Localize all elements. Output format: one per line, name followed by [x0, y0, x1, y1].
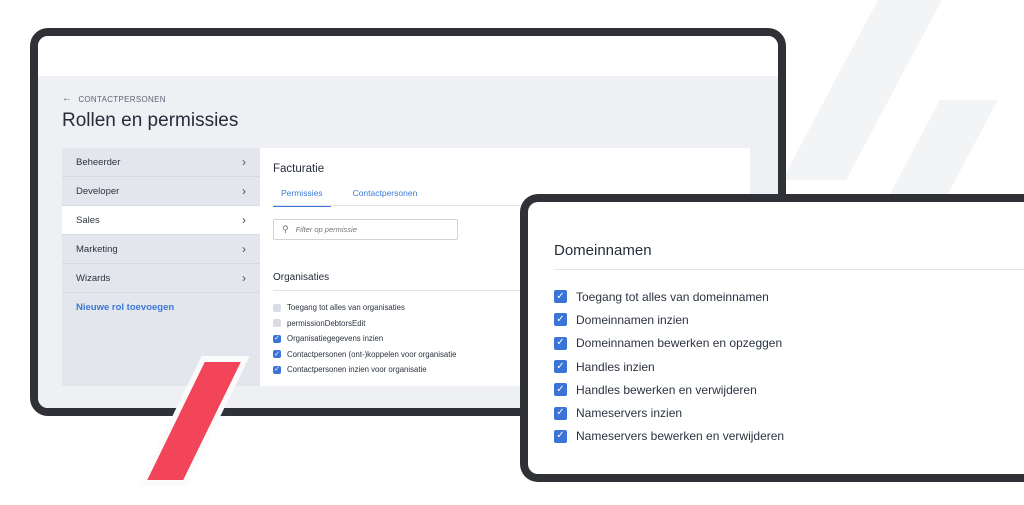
checkmark-icon: ✓ [556, 360, 565, 372]
permission-label: Contactpersonen inzien voor organisatie [287, 365, 427, 375]
list-item[interactable]: permissionDebtorsEdit [273, 316, 456, 332]
card-title: Domeinnamen [554, 242, 652, 259]
permission-label: Nameservers inzien [576, 406, 683, 421]
sidebar-item-wizards[interactable]: Wizards › [62, 264, 260, 293]
back-link-label: CONTACTPERSONEN [78, 94, 166, 104]
top-band [38, 36, 778, 76]
list-item[interactable]: ✓ Handles bewerken en verwijderen [554, 378, 784, 401]
permission-label: Toegang tot alles van domeinnamen [576, 289, 769, 304]
checkbox[interactable]: ✓ [554, 360, 567, 374]
filter-input[interactable] [295, 225, 446, 234]
chevron-right-icon: › [242, 213, 246, 227]
chevron-right-icon: › [242, 155, 246, 169]
checkmark-icon: ✓ [274, 366, 280, 374]
checkmark-icon: ✓ [556, 313, 565, 325]
checkbox[interactable] [273, 319, 281, 328]
list-item[interactable]: Toegang tot alles van organisaties [273, 300, 456, 316]
checkmark-icon: ✓ [556, 337, 565, 349]
checkbox[interactable]: ✓ [554, 290, 567, 304]
sidebar-item-beheerder[interactable]: Beheerder › [62, 148, 260, 177]
list-item[interactable]: ✓ Nameservers bewerken en verwijderen [554, 425, 784, 448]
checkbox[interactable]: ✓ [554, 429, 567, 443]
search-icon: ⚲ [282, 224, 289, 234]
checkmark-icon: ✓ [274, 335, 280, 343]
section-title: Organisaties [273, 272, 330, 283]
sidebar-item-label: Beheerder [76, 156, 121, 168]
permission-label: Toegang tot alles van organisaties [287, 303, 405, 313]
filter-box: ⚲ [273, 219, 458, 240]
checkbox[interactable]: ✓ [554, 336, 567, 350]
permission-label: Handles bewerken en verwijderen [576, 382, 757, 397]
checkbox[interactable]: ✓ [273, 334, 281, 343]
checkbox[interactable] [273, 303, 281, 312]
sidebar-item-sales[interactable]: Sales › [62, 206, 260, 235]
card-divider [554, 269, 1024, 270]
card-permission-list: ✓ Toegang tot alles van domeinnamen ✓ Do… [554, 285, 784, 448]
sidebar-item-label: Developer [76, 185, 120, 197]
sidebar-item-label: Sales [76, 214, 100, 226]
checkmark-icon: ✓ [556, 383, 565, 395]
permission-label: Contactpersonen (ont-)koppelen voor orga… [287, 349, 457, 359]
back-link[interactable]: ← CONTACTPERSONEN [62, 94, 166, 104]
zoomed-permissions-card: Domeinnamen ✓ Toegang tot alles van dome… [520, 194, 1024, 482]
checkmark-icon: ✓ [556, 430, 565, 442]
checkmark-icon: ✓ [274, 350, 280, 358]
sidebar-item-marketing[interactable]: Marketing › [62, 235, 260, 264]
checkbox[interactable]: ✓ [554, 313, 567, 327]
checkbox[interactable]: ✓ [273, 350, 281, 359]
list-item[interactable]: ✓ Contactpersonen inzien voor organisati… [273, 362, 456, 378]
panel-title: Facturatie [273, 163, 325, 175]
checkbox[interactable]: ✓ [554, 406, 567, 420]
permission-label: permissionDebtorsEdit [287, 318, 366, 328]
checkmark-icon: ✓ [556, 290, 565, 302]
checkbox[interactable]: ✓ [273, 365, 281, 374]
permission-label: Domeinnamen bewerken en opzeggen [576, 336, 783, 351]
chevron-right-icon: › [242, 242, 246, 256]
permission-label: Handles inzien [576, 359, 655, 374]
role-sidebar: Beheerder › Developer › Sales › Marketin… [62, 148, 260, 386]
sidebar-item-label: Wizards [76, 272, 111, 284]
list-item[interactable]: ✓ Organisatiegegevens inzien [273, 331, 456, 347]
permission-label: Organisatiegegevens inzien [287, 334, 384, 344]
permission-list: Toegang tot alles van organisaties permi… [273, 300, 456, 378]
arrow-left-icon: ← [62, 93, 73, 104]
sidebar-item-label: Marketing [76, 243, 118, 255]
permission-label: Domeinnamen inzien [576, 312, 689, 327]
checkmark-icon: ✓ [556, 407, 565, 419]
checkbox[interactable]: ✓ [554, 383, 567, 397]
add-role-link[interactable]: Nieuwe rol toevoegen [62, 293, 260, 322]
list-item[interactable]: ✓ Contactpersonen (ont-)koppelen voor or… [273, 347, 456, 363]
list-item[interactable]: ✓ Toegang tot alles van domeinnamen [554, 285, 784, 308]
page-title: Rollen en permissies [62, 110, 239, 131]
chevron-right-icon: › [242, 271, 246, 285]
list-item[interactable]: ✓ Handles inzien [554, 355, 784, 378]
list-item[interactable]: ✓ Nameservers inzien [554, 401, 784, 424]
chevron-right-icon: › [242, 184, 246, 198]
permission-label: Nameservers bewerken en verwijderen [576, 429, 785, 444]
list-item[interactable]: ✓ Domeinnamen bewerken en opzeggen [554, 332, 784, 355]
sidebar-item-developer[interactable]: Developer › [62, 177, 260, 206]
list-item[interactable]: ✓ Domeinnamen inzien [554, 308, 784, 331]
